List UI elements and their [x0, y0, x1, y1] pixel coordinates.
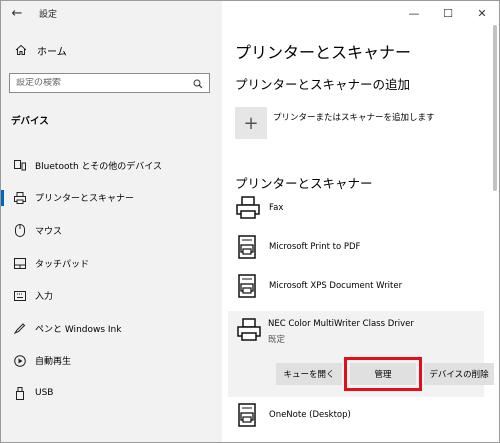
- sidebar-section-title: デバイス: [11, 116, 49, 127]
- maximize-icon: ☐: [443, 6, 453, 20]
- remove-device-button[interactable]: デバイスの削除: [424, 363, 494, 385]
- touchpad-icon: [13, 257, 27, 269]
- bluetooth-devices-icon: [13, 159, 27, 171]
- search-box[interactable]: [9, 73, 210, 93]
- sidebar-item-home[interactable]: ホーム: [1, 37, 222, 63]
- document-printer-icon: [238, 403, 256, 427]
- back-arrow-icon: ←: [11, 5, 23, 21]
- list-section-title: プリンターとスキャナー: [235, 176, 373, 191]
- sidebar-item-label: USB: [35, 388, 54, 399]
- close-button[interactable]: ✕: [465, 1, 499, 25]
- sidebar-item-touchpad[interactable]: タッチパッド: [1, 247, 222, 280]
- page-title: プリンターとスキャナー: [235, 43, 412, 62]
- search-input[interactable]: [16, 78, 166, 88]
- device-item-onenote[interactable]: OneNote (Desktop): [235, 398, 485, 432]
- device-name: OneNote (Desktop): [269, 410, 351, 420]
- device-name: Microsoft XPS Document Writer: [269, 281, 403, 291]
- selected-device-panel[interactable]: NEC Color MultiWriter Class Driver 既定 キュ…: [228, 311, 494, 397]
- sidebar-item-label: 自動再生: [35, 357, 72, 368]
- sidebar-item-pen[interactable]: ペンと Windows Ink: [1, 312, 222, 345]
- keyboard-icon: [13, 290, 27, 301]
- sidebar-item-label: プリンターとスキャナー: [35, 194, 135, 205]
- device-name: NEC Color MultiWriter Class Driver: [268, 319, 414, 329]
- sidebar-nav: Bluetooth とその他のデバイス プリンターとスキャナー マウス タッチパ…: [1, 149, 222, 410]
- minimize-button[interactable]: —: [397, 1, 431, 25]
- printer-icon: [237, 318, 261, 341]
- usb-icon: [13, 386, 27, 400]
- fax-printer-icon: [236, 196, 260, 219]
- sidebar-item-label: タッチパッド: [35, 259, 90, 270]
- sidebar-item-input[interactable]: 入力: [1, 279, 222, 312]
- open-queue-button[interactable]: キューを開く: [276, 363, 342, 385]
- device-item-fax[interactable]: Fax: [235, 191, 485, 225]
- sidebar-item-label: 入力: [35, 292, 54, 303]
- scrollbar[interactable]: [493, 25, 497, 191]
- search-icon[interactable]: [193, 74, 203, 93]
- sidebar-item-label: Bluetooth とその他のデバイス: [35, 161, 163, 172]
- sidebar-item-label: マウス: [35, 226, 63, 237]
- add-printer-button[interactable]: + プリンターまたはスキャナーを追加します: [235, 107, 435, 139]
- sidebar-item-label: ペンと Windows Ink: [35, 324, 122, 335]
- device-name: Fax: [269, 203, 284, 213]
- mouse-icon: [13, 223, 27, 237]
- back-button[interactable]: ←: [1, 1, 33, 25]
- home-label: ホーム: [37, 46, 67, 58]
- device-item-xps-writer[interactable]: Microsoft XPS Document Writer: [235, 269, 485, 303]
- sidebar-item-autoplay[interactable]: 自動再生: [1, 345, 222, 378]
- minimize-icon: —: [408, 6, 420, 20]
- app-title: 設定: [39, 9, 58, 20]
- sidebar-item-printers[interactable]: プリンターとスキャナー: [1, 182, 222, 215]
- device-name: Microsoft Print to PDF: [269, 242, 361, 252]
- sidebar-item-bluetooth[interactable]: Bluetooth とその他のデバイス: [1, 149, 222, 182]
- printer-icon: [13, 191, 27, 204]
- add-printer-label: プリンターまたはスキャナーを追加します: [273, 113, 435, 123]
- maximize-button[interactable]: ☐: [431, 1, 465, 25]
- manage-button[interactable]: 管理: [344, 357, 422, 391]
- sidebar-item-mouse[interactable]: マウス: [1, 214, 222, 247]
- device-item-print-to-pdf[interactable]: Microsoft Print to PDF: [235, 230, 485, 264]
- pen-icon: [13, 322, 27, 335]
- settings-window: ← 設定 ホーム デバイス Bluetooth とその他のデバイス: [0, 0, 500, 443]
- main-content: — ☐ ✕ プリンターとスキャナー プリンターとスキャナーの追加 + プリンター…: [222, 1, 499, 442]
- device-status: 既定: [268, 335, 286, 345]
- window-controls: — ☐ ✕: [397, 1, 499, 25]
- autoplay-icon: [13, 355, 27, 367]
- add-section-title: プリンターとスキャナーの追加: [235, 77, 411, 92]
- document-printer-icon: [238, 235, 256, 259]
- sidebar: ← 設定 ホーム デバイス Bluetooth とその他のデバイス: [1, 1, 222, 442]
- home-icon: [13, 44, 29, 56]
- close-icon: ✕: [477, 6, 487, 20]
- plus-icon: +: [235, 107, 267, 139]
- sidebar-item-usb[interactable]: USB: [1, 377, 222, 410]
- document-printer-icon: [238, 274, 256, 298]
- title-bar: ← 設定: [1, 1, 222, 25]
